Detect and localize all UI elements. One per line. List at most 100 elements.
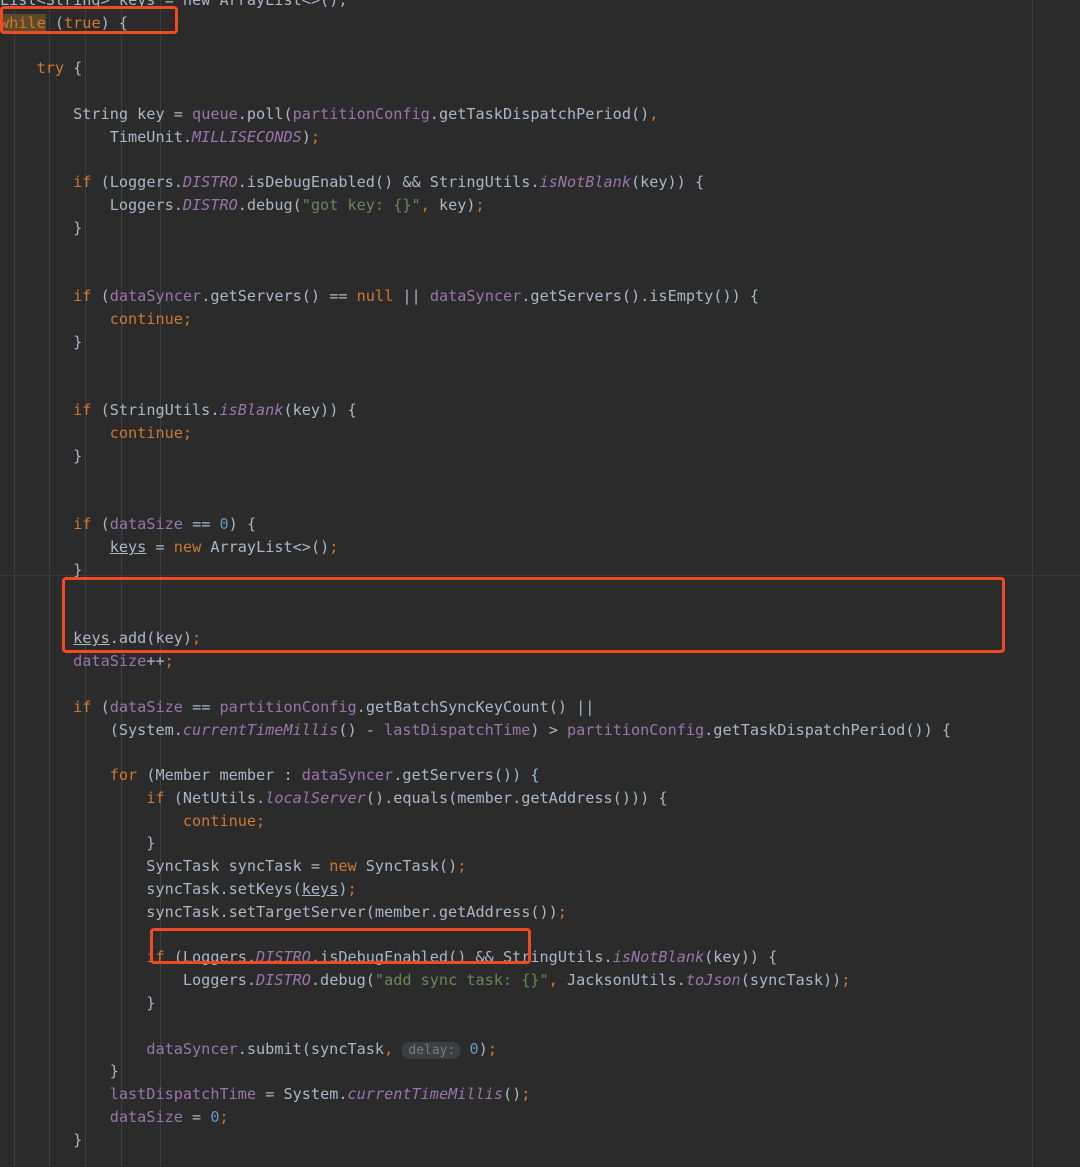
code-token: = — [265, 1085, 275, 1104]
code-line[interactable] — [0, 1152, 1080, 1167]
code-line[interactable] — [0, 582, 1080, 605]
code-token: , — [384, 1039, 394, 1058]
code-line[interactable]: if (dataSyncer.getServers() == null || d… — [0, 285, 1080, 308]
code-token: - — [365, 720, 375, 739]
code-line[interactable]: for (Member member : dataSyncer.getServe… — [0, 764, 1080, 787]
code-line[interactable]: continue; — [0, 810, 1080, 833]
code-token: partitionConfig — [567, 720, 705, 739]
code-line[interactable]: SyncTask syncTask = new SyncTask(); — [0, 855, 1080, 878]
code-token: "add sync task: {}" — [374, 971, 549, 990]
code-line[interactable]: keys.add(key); — [0, 627, 1080, 650]
parameter-hint[interactable]: delay: — [402, 1041, 461, 1059]
code-token: "got key: {}" — [301, 196, 421, 215]
code-token: List<String> keys = new ArrayList<>(); — [0, 0, 348, 9]
code-line[interactable]: Loggers.DISTRO.debug("add sync task: {}"… — [0, 969, 1080, 992]
code-token: = — [155, 538, 165, 557]
code-line[interactable]: } — [0, 1060, 1080, 1083]
code-token: dataSize — [73, 652, 147, 671]
code-token: && — [402, 173, 421, 192]
code-line[interactable] — [0, 491, 1080, 514]
code-token: ) { — [100, 13, 129, 32]
code-line[interactable]: String key = queue.poll(partitionConfig.… — [0, 103, 1080, 126]
code-token: , — [649, 104, 659, 123]
code-token: dataSize — [109, 515, 183, 534]
code-token: .isDebugEnabled() — [310, 948, 476, 967]
code-token: } — [0, 994, 156, 1013]
code-line[interactable] — [0, 468, 1080, 491]
code-line[interactable]: if (NetUtils.localServer().equals(member… — [0, 787, 1080, 810]
code-token: dataSyncer — [146, 1039, 238, 1058]
code-line[interactable] — [0, 1015, 1080, 1038]
code-line[interactable] — [0, 240, 1080, 263]
code-token: ; — [310, 127, 321, 146]
code-token: } — [0, 1130, 83, 1149]
code-line[interactable]: } — [0, 217, 1080, 240]
code-token: ; — [192, 629, 202, 648]
code-line[interactable] — [0, 263, 1080, 286]
code-line[interactable]: } — [0, 1129, 1080, 1152]
code-line[interactable]: syncTask.setTargetServer(member.getAddre… — [0, 901, 1080, 924]
code-line[interactable]: } — [0, 445, 1080, 468]
code-line[interactable]: if (StringUtils.isBlank(key)) { — [0, 399, 1080, 422]
code-line[interactable]: } — [0, 331, 1080, 354]
code-line[interactable] — [0, 35, 1080, 58]
code-line[interactable] — [0, 673, 1080, 696]
code-token: keys — [109, 538, 147, 557]
code-line[interactable]: dataSyncer.submit(syncTask, delay: 0); — [0, 1038, 1080, 1061]
code-token: .debug( — [237, 196, 302, 215]
code-token: , — [420, 196, 430, 215]
code-token: (key)) { — [283, 401, 357, 420]
code-line[interactable] — [0, 924, 1080, 947]
code-token: && — [475, 948, 494, 967]
code-line[interactable] — [0, 605, 1080, 628]
code-line[interactable]: if (Loggers.DISTRO.isDebugEnabled() && S… — [0, 171, 1080, 194]
code-line[interactable]: } — [0, 559, 1080, 582]
code-token: 0 — [219, 515, 229, 534]
code-line[interactable]: (System.currentTimeMillis() - lastDispat… — [0, 719, 1080, 742]
code-line[interactable] — [0, 354, 1080, 377]
code-line[interactable]: Loggers.DISTRO.debug("got key: {}", key)… — [0, 194, 1080, 217]
code-line[interactable]: continue; — [0, 422, 1080, 445]
code-content[interactable]: List<String> keys = new ArrayList<>(); wh… — [0, 0, 1080, 1167]
code-line[interactable]: TimeUnit.MILLISECONDS); — [0, 126, 1080, 149]
code-token: ; — [182, 310, 193, 329]
code-editor[interactable]: List<String> keys = new ArrayList<>(); wh… — [0, 0, 1080, 1167]
code-line[interactable]: try { — [0, 57, 1080, 80]
code-line[interactable] — [0, 149, 1080, 172]
code-line[interactable]: if (dataSize == 0) { — [0, 513, 1080, 536]
code-line[interactable]: continue; — [0, 308, 1080, 331]
code-line[interactable]: dataSize++; — [0, 650, 1080, 673]
code-token: if — [73, 515, 92, 534]
code-token: lastDispatchTime — [109, 1085, 257, 1104]
code-token: ) — [301, 127, 311, 146]
code-token: ( — [91, 515, 110, 534]
code-line[interactable]: while (true) { — [0, 12, 1080, 35]
code-line[interactable]: if (dataSize == partitionConfig.getBatch… — [0, 696, 1080, 719]
code-line[interactable]: syncTask.setKeys(keys); — [0, 878, 1080, 901]
code-token: DISTRO — [182, 173, 238, 192]
code-token: MILLISECONDS — [192, 127, 302, 146]
code-line[interactable]: if (Loggers.DISTRO.isDebugEnabled() && S… — [0, 946, 1080, 969]
code-token: } — [0, 1062, 119, 1081]
code-line[interactable] — [0, 741, 1080, 764]
code-line[interactable]: lastDispatchTime = System.currentTimeMil… — [0, 1083, 1080, 1106]
code-line[interactable]: } — [0, 832, 1080, 855]
code-line[interactable] — [0, 80, 1080, 103]
code-token: ; — [164, 652, 174, 671]
code-line[interactable]: keys = new ArrayList<>(); — [0, 536, 1080, 559]
code-line[interactable]: List<String> keys = new ArrayList<>(); — [0, 0, 1080, 12]
code-line[interactable]: } — [0, 992, 1080, 1015]
code-line[interactable]: dataSize = 0; — [0, 1106, 1080, 1129]
code-line[interactable] — [0, 377, 1080, 400]
